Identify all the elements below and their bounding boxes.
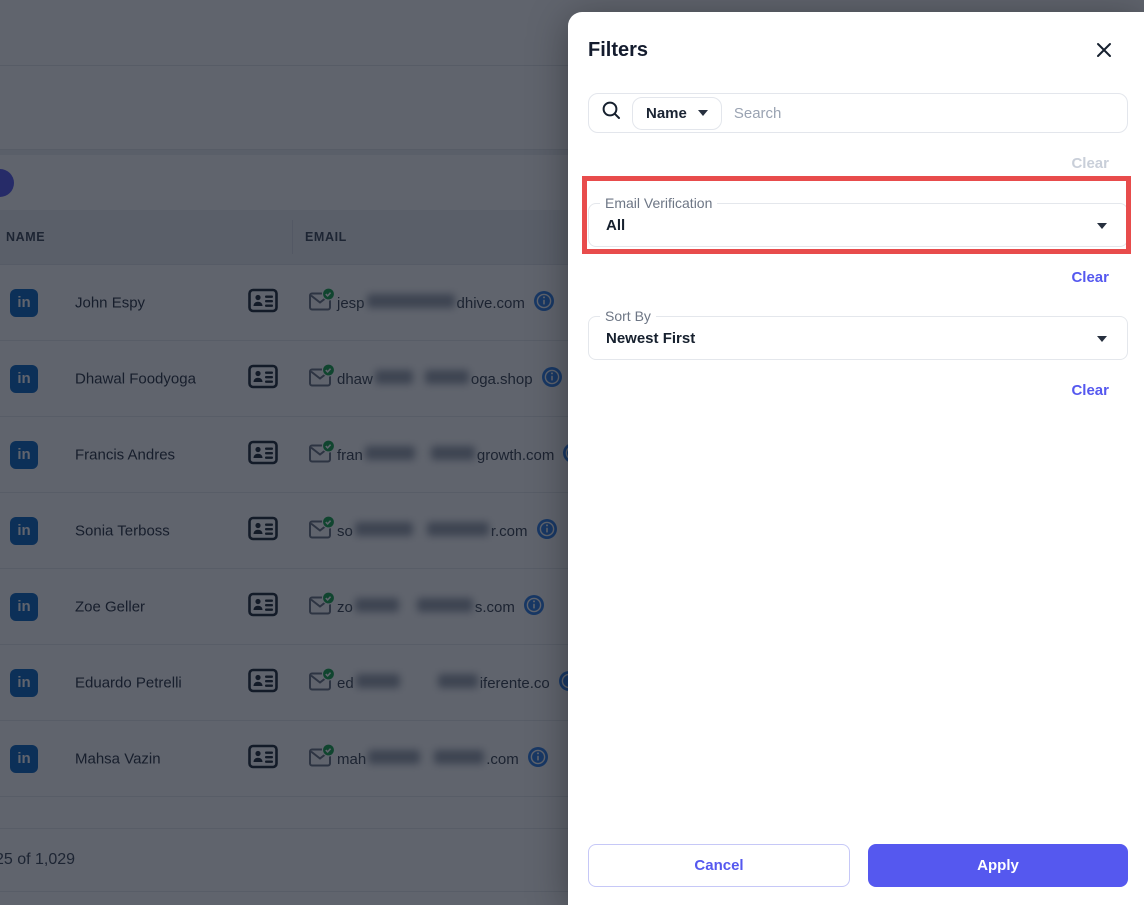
sort-by-select[interactable]: Sort By Newest First	[588, 308, 1128, 360]
sort-by-label: Sort By	[600, 308, 656, 324]
email-verification-label: Email Verification	[600, 195, 718, 211]
apply-button[interactable]: Apply	[868, 844, 1128, 887]
email-verification-section: Email Verification All	[582, 176, 1131, 254]
email-verification-clear-row: Clear	[568, 270, 1144, 286]
chevron-down-icon	[1097, 223, 1107, 229]
chevron-down-icon	[697, 110, 708, 116]
sort-by-value: Newest First	[606, 330, 696, 347]
search-bar: Name	[588, 93, 1128, 133]
close-icon	[1094, 43, 1114, 63]
chevron-down-icon	[1097, 336, 1107, 342]
email-verification-select[interactable]: Email Verification All	[588, 195, 1128, 247]
search-icon	[601, 100, 622, 126]
search-clear-row: Clear	[568, 156, 1144, 172]
search-clear-link: Clear	[1071, 155, 1109, 172]
sort-by-clear-link[interactable]: Clear	[1071, 382, 1109, 399]
filters-panel: Filters Name Clear Email Verificatio	[568, 12, 1144, 905]
sort-by-clear-row: Clear	[568, 383, 1144, 399]
sort-by-section: Sort By Newest First	[588, 308, 1128, 360]
email-verification-clear-link[interactable]: Clear	[1071, 269, 1109, 286]
search-field-selector[interactable]: Name	[632, 96, 722, 130]
search-field-selector-value: Name	[646, 104, 687, 122]
close-button[interactable]	[1092, 38, 1116, 62]
search-input[interactable]	[733, 104, 1117, 122]
cancel-button[interactable]: Cancel	[588, 844, 850, 887]
panel-title: Filters	[588, 38, 649, 61]
